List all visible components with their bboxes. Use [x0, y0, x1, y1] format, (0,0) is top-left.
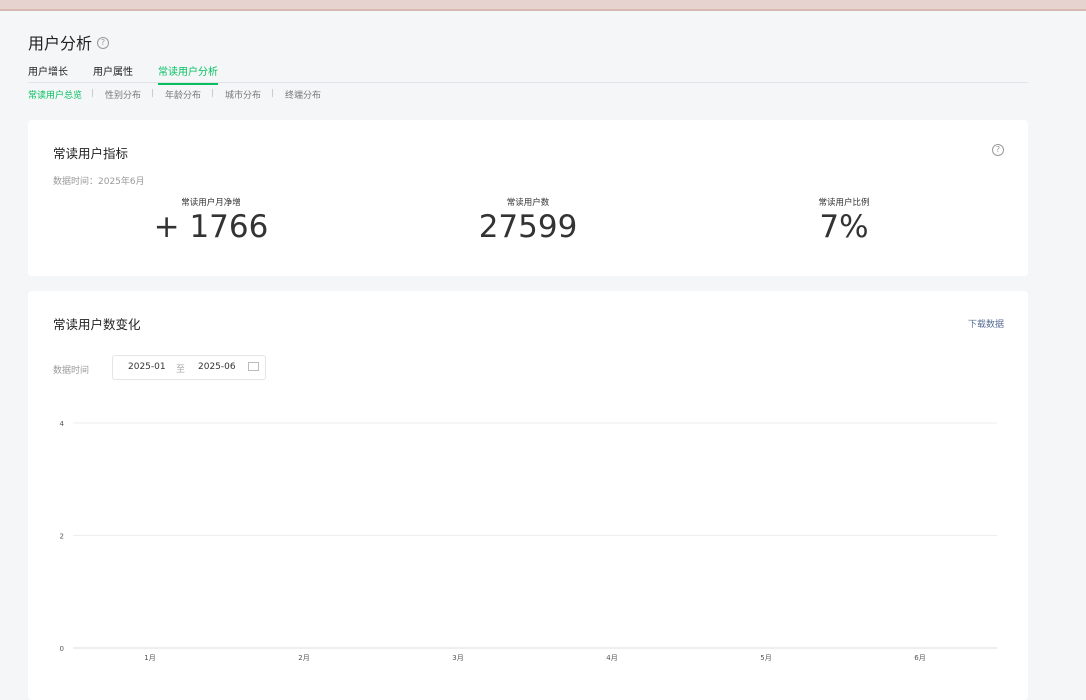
x-tick-label: 1月	[144, 654, 155, 662]
indicator-card: 常读用户指标 ? 数据时间：2025年6月 常读用户月净增 + 1766 常读用…	[28, 120, 1028, 276]
tab-user-attributes[interactable]: 用户属性	[93, 63, 133, 83]
subtab-divider	[152, 89, 153, 97]
trend-line-chart: 0 2 4 1月 2月 3月 4月 5月 6月	[60, 420, 997, 662]
metric-frequent-readers: 常读用户数 27599	[408, 196, 648, 245]
x-tick-label: 5月	[760, 654, 771, 662]
metric-monthly-net-increase: 常读用户月净增 + 1766	[91, 196, 331, 245]
metric-label: 常读用户月净增	[181, 198, 241, 208]
subtab-divider	[92, 89, 93, 97]
x-tick-label: 2月	[298, 654, 309, 662]
subtab-device[interactable]: 终端分布	[285, 88, 321, 101]
metric-value: 27599	[478, 209, 578, 245]
metric-frequent-reader-ratio: 常读用户比例 7%	[724, 196, 964, 245]
tab-user-growth[interactable]: 用户增长	[28, 63, 68, 83]
y-tick-label: 2	[60, 533, 64, 541]
y-tick-label: 0	[60, 645, 64, 653]
tab-frequent-reader-analysis[interactable]: 常读用户分析	[158, 63, 218, 85]
metric-value: + 1766	[153, 209, 269, 245]
y-tick-label: 4	[60, 420, 65, 428]
subtab-gender[interactable]: 性别分布	[105, 88, 141, 101]
x-tick-label: 4月	[606, 654, 617, 662]
subtab-divider	[212, 89, 213, 97]
x-tick-label: 6月	[914, 654, 925, 662]
metric-label: 常读用户数	[506, 198, 550, 208]
subtab-age[interactable]: 年龄分布	[165, 88, 201, 101]
subtab-divider	[272, 89, 273, 97]
metric-value: 7%	[819, 209, 869, 245]
main-tabs: 用户增长 用户属性 常读用户分析	[28, 63, 1028, 85]
question-icon[interactable]: ?	[992, 144, 1004, 156]
page-title-text: 用户分析	[28, 34, 93, 53]
page-title: 用户分析?	[28, 30, 110, 54]
question-icon[interactable]: ?	[97, 36, 110, 49]
data-time-note: 数据时间：2025年6月	[53, 177, 145, 187]
indicator-card-title: 常读用户指标	[53, 146, 129, 161]
trend-card: 常读用户数变化 下载数据 数据时间 2025-01 至 2025-06 0241…	[28, 291, 1028, 700]
subtab-overview[interactable]: 常读用户总览	[28, 88, 82, 101]
window-top-bar	[0, 0, 1086, 11]
metric-label: 常读用户比例	[818, 198, 870, 208]
x-tick-label: 3月	[452, 654, 463, 662]
subtab-city[interactable]: 城市分布	[225, 88, 261, 101]
